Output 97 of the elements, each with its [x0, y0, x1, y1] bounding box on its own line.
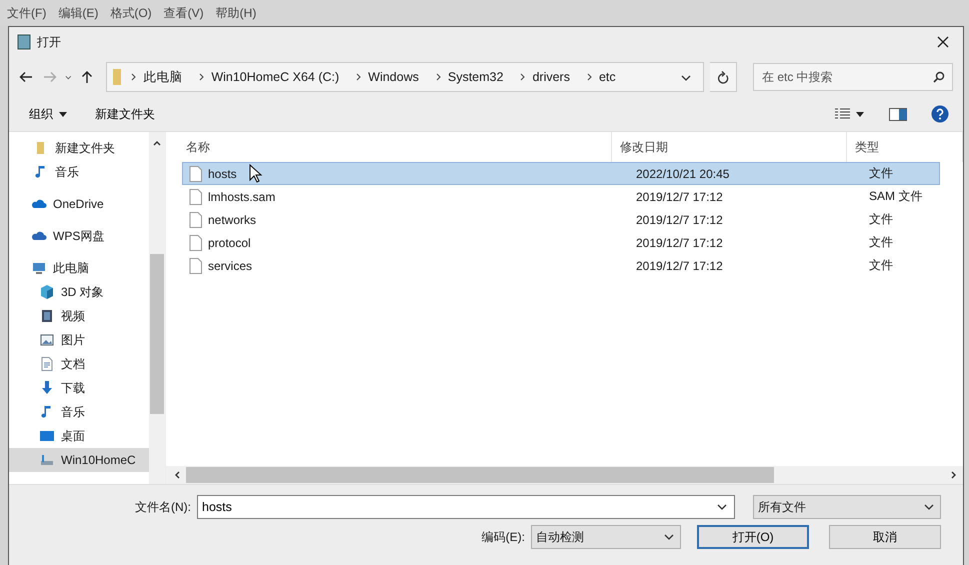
file-type-dropdown[interactable]: 所有文件: [753, 495, 941, 519]
sidebar-item[interactable]: 新建文件夹: [9, 136, 149, 160]
computer-icon: [31, 260, 47, 276]
cube-icon: [39, 284, 55, 300]
file-name: networks: [208, 212, 256, 226]
vertical-scrollbar[interactable]: [149, 132, 165, 484]
breadcrumb-link[interactable]: Windows: [361, 70, 426, 84]
folder-icon: [113, 69, 122, 85]
help-button[interactable]: [929, 103, 951, 125]
breadcrumb-link[interactable]: etc: [592, 70, 623, 84]
chevron-down-icon: [717, 504, 727, 510]
file-row[interactable]: networks 2019/12/7 17:12 文件: [182, 208, 940, 231]
file-row[interactable]: protocol 2019/12/7 17:12 文件: [182, 231, 940, 254]
file-name-label: 文件名(N):: [135, 498, 191, 516]
sidebar-item[interactable]: WPS网盘: [9, 224, 149, 248]
preview-pane-icon: [889, 108, 907, 120]
breadcrumb-link[interactable]: 此电脑: [136, 68, 190, 86]
breadcrumb-link[interactable]: System32: [440, 70, 510, 84]
sidebar-item[interactable]: 桌面: [9, 424, 149, 448]
notepad-icon: [17, 34, 31, 50]
document-icon: [39, 356, 55, 372]
modified-date: 2019/12/7 17:12: [635, 258, 724, 272]
file-type: 文件: [868, 165, 894, 182]
menu-item[interactable]: 文件(F): [4, 4, 56, 22]
file-name: hosts: [208, 166, 237, 180]
caret-down-icon: [59, 112, 67, 116]
chevron-right-icon: [520, 73, 526, 81]
menu-item[interactable]: 帮助(H): [212, 4, 266, 22]
chevron-right-icon: [199, 73, 204, 81]
sidebar-item[interactable]: 图片: [9, 328, 149, 352]
file-icon: [189, 166, 202, 182]
file-row[interactable]: services 2019/12/7 17:12 文件: [182, 254, 940, 277]
sidebar-item[interactable]: 此电脑: [9, 256, 149, 280]
sidebar-item[interactable]: 音乐: [9, 400, 149, 424]
breadcrumb-link[interactable]: drivers: [525, 70, 577, 84]
desktop-icon: [39, 428, 55, 444]
open-button[interactable]: 打开(O): [697, 525, 809, 549]
cancel-button[interactable]: 取消: [829, 525, 941, 549]
sidebar-item[interactable]: 视频: [9, 304, 149, 328]
file-type: 文件: [868, 234, 894, 251]
chevron-right-icon: [586, 73, 592, 81]
file-row[interactable]: hosts 2022/10/21 20:45 文件: [182, 162, 940, 185]
search-icon: [933, 71, 946, 83]
menu-item[interactable]: 格式(O): [107, 4, 161, 22]
sidebar-item[interactable]: Win10HomeC: [9, 448, 149, 472]
sidebar-item[interactable]: 音乐: [9, 160, 149, 184]
picture-icon: [39, 332, 55, 348]
file-icon: [189, 258, 202, 274]
encoding-dropdown[interactable]: 自动检测: [531, 525, 681, 549]
file-name-field[interactable]: hosts: [197, 495, 735, 519]
file-icon: [189, 212, 202, 228]
address-bar[interactable]: 此电脑 Win10HomeC X64 (C:) Windows System32 drivers etc: [106, 62, 704, 92]
file-icon: [189, 234, 202, 250]
sidebar-item[interactable]: 文档: [9, 352, 149, 376]
chevron-down-icon: [924, 504, 934, 510]
refresh-icon: [717, 70, 730, 84]
menu-item[interactable]: 编辑(E): [55, 4, 108, 22]
arrow-right-icon: [43, 71, 58, 83]
file-type: SAM 文件: [868, 188, 924, 205]
modified-date: 2019/12/7 17:12: [635, 212, 724, 226]
chevron-right-icon: [436, 73, 441, 81]
arrow-up-icon: [81, 70, 94, 84]
file-type: 文件: [868, 257, 894, 274]
mouse-cursor-icon: [248, 164, 263, 184]
download-arrow-icon: [39, 380, 55, 396]
refresh-button[interactable]: [710, 62, 738, 92]
sidebar-item[interactable]: 下载: [9, 376, 149, 400]
chevron-down-icon: [664, 534, 674, 540]
search-field[interactable]: 在 etc 中搜索: [753, 63, 954, 91]
help-icon: [931, 105, 949, 123]
drive-icon: [39, 452, 55, 468]
sidebar-item[interactable]: OneDrive: [9, 192, 149, 216]
file-name: services: [208, 258, 252, 272]
window-title: 打开: [37, 34, 62, 50]
modified-date: 2022/10/21 20:45: [635, 166, 730, 180]
file-name: lmhosts.sam: [208, 190, 276, 204]
breadcrumb-link[interactable]: Win10HomeC X64 (C:): [204, 70, 346, 84]
arrow-left-icon: [19, 71, 34, 83]
chevron-right-icon: [356, 73, 362, 81]
file-row[interactable]: lmhosts.sam 2019/12/7 17:12 SAM 文件: [182, 185, 940, 208]
file-icon: [189, 188, 202, 204]
chevron-down-icon[interactable]: [65, 74, 72, 80]
sidebar-item[interactable]: 3D 对象: [9, 280, 149, 304]
encoding-label: 编码(E):: [482, 528, 525, 546]
chevron-down-icon: [681, 75, 692, 81]
chevron-right-icon: [131, 73, 136, 81]
film-icon: [39, 308, 55, 324]
menu-item[interactable]: 查看(V): [160, 4, 213, 22]
list-view-icon: [834, 108, 864, 120]
horizontal-scrollbar[interactable]: [166, 466, 963, 484]
close-icon: [937, 36, 949, 48]
organize-button[interactable]: 组织: [25, 104, 71, 124]
modified-date: 2019/12/7 17:12: [635, 190, 724, 204]
file-name: protocol: [208, 236, 251, 250]
file-type: 文件: [868, 211, 894, 228]
new-folder-button[interactable]: 新建文件夹: [91, 104, 159, 124]
modified-date: 2019/12/7 17:12: [635, 236, 724, 250]
